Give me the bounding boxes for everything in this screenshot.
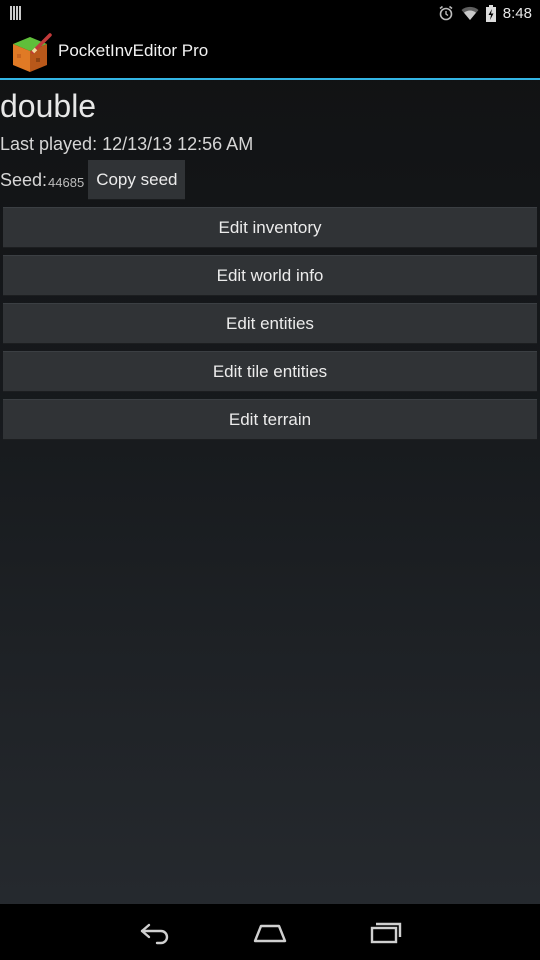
edit-entities-button[interactable]: Edit entities: [3, 303, 537, 344]
action-bar: PocketInvEditor Pro: [0, 26, 540, 78]
app-title: PocketInvEditor Pro: [58, 41, 209, 60]
alarm-icon: [439, 5, 453, 21]
action-bar-divider: [0, 78, 540, 80]
notification-icon: [10, 6, 21, 20]
battery-icon: [485, 4, 496, 22]
copy-seed-button[interactable]: Copy seed: [88, 160, 186, 200]
status-icons: 8:48: [438, 3, 532, 23]
home-icon[interactable]: [252, 918, 288, 946]
edit-terrain-button[interactable]: Edit terrain: [3, 399, 537, 440]
world-name: double: [0, 88, 97, 124]
edit-world-info-button[interactable]: Edit world info: [3, 255, 537, 296]
seed-value: 44685: [48, 174, 85, 190]
status-time: 8:48: [502, 4, 532, 22]
last-played-text: Last played: 12/13/13 12:56 AM: [0, 134, 254, 154]
status-bar: 8:48: [0, 0, 540, 26]
edit-inventory-button[interactable]: Edit inventory: [3, 207, 537, 248]
wifi-icon: [461, 6, 479, 20]
back-icon[interactable]: [137, 918, 173, 946]
app-icon[interactable]: [10, 32, 54, 74]
menu-list: Edit inventory Edit world info Edit enti…: [3, 207, 537, 447]
edit-tile-entities-button[interactable]: Edit tile entities: [3, 351, 537, 392]
navigation-bar: [0, 904, 540, 960]
screen: 8:48 PocketInvEditor Pro double Last pla…: [0, 0, 540, 960]
seed-label: Seed:: [0, 169, 48, 190]
recent-apps-icon[interactable]: [367, 918, 403, 946]
seed-row: Seed: 44685 Copy seed: [0, 159, 186, 201]
